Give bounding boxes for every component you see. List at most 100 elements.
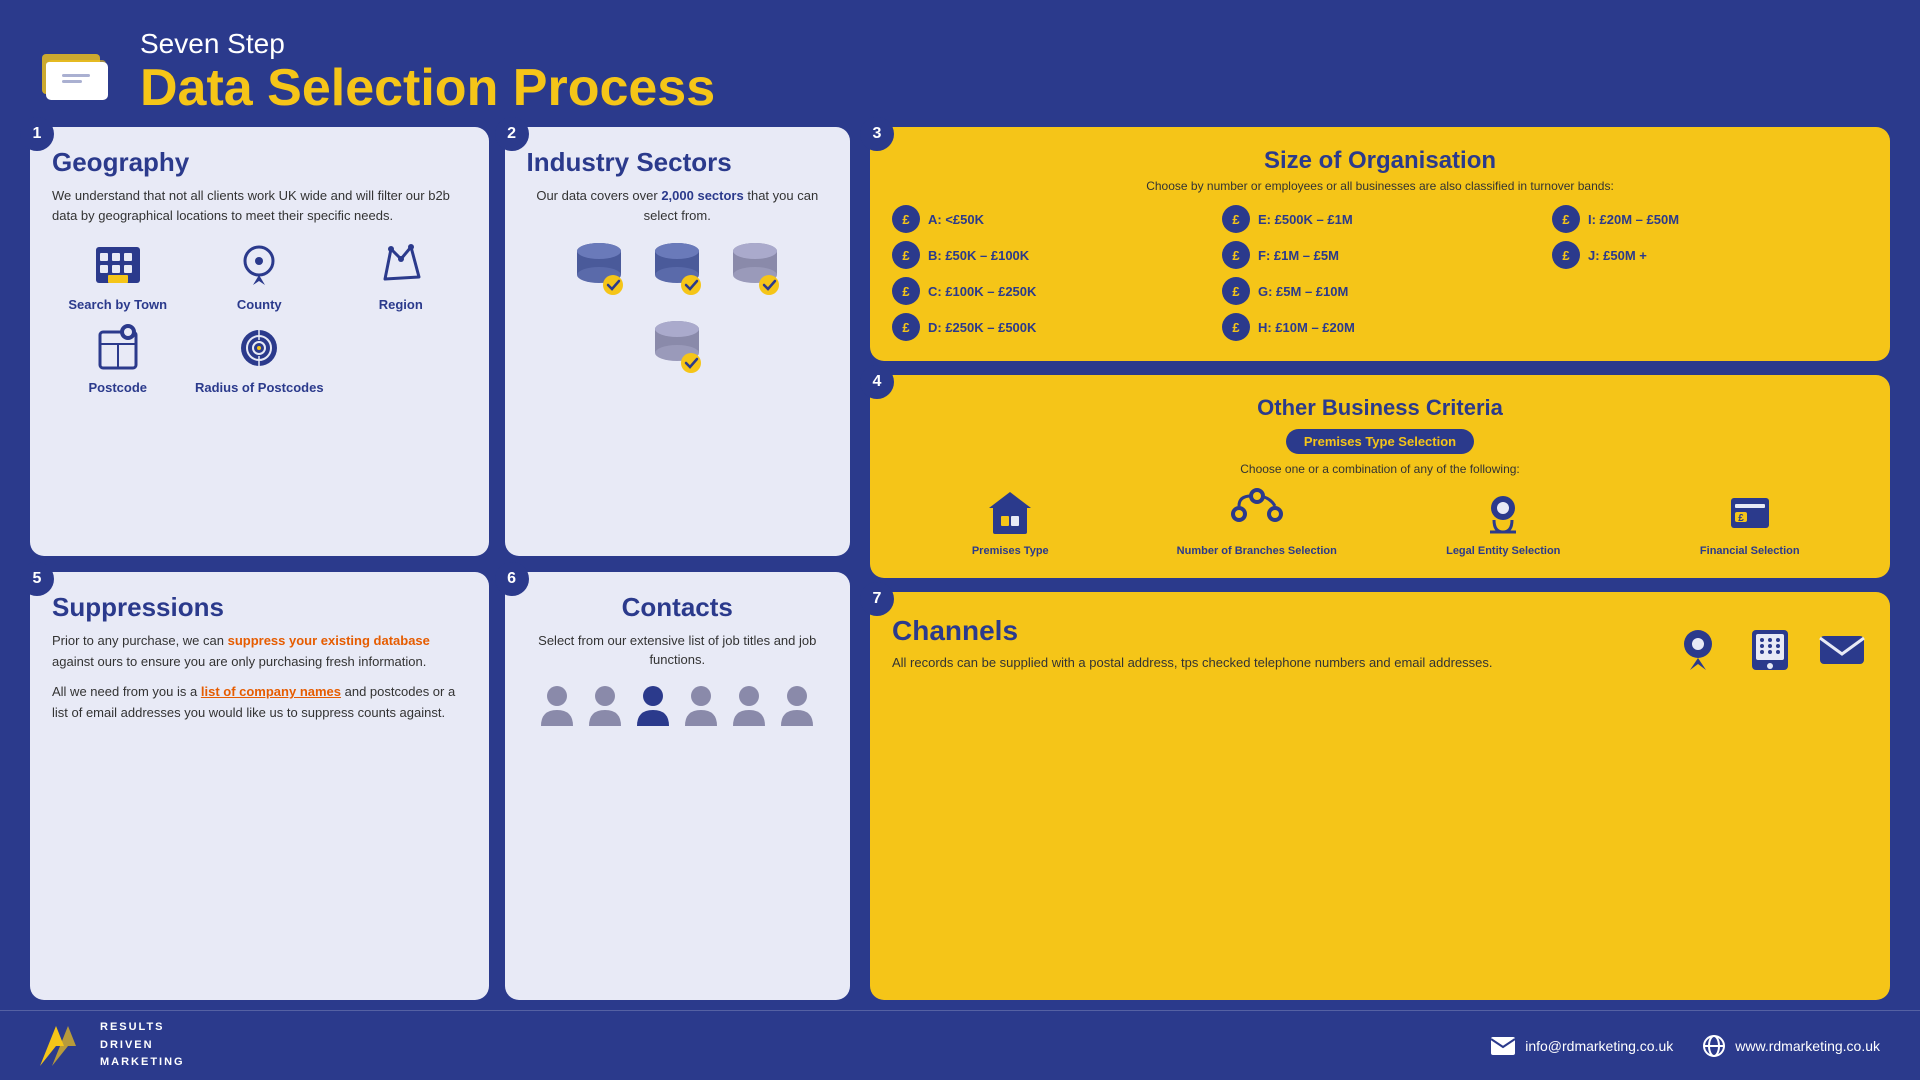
criteria-financial: £ Financial Selection xyxy=(1632,488,1869,558)
step6-card: 6 Contacts Select from our extensive lis… xyxy=(505,572,850,1001)
criteria-premises-label: Premises Type xyxy=(972,544,1049,558)
criteria-branches-label: Number of Branches Selection xyxy=(1177,544,1337,558)
criteria-legal-label: Legal Entity Selection xyxy=(1446,544,1560,558)
size-item-a: £ A: <£50K xyxy=(892,205,1208,233)
step6-title: Contacts xyxy=(527,592,828,623)
footer-logo-text: RESULTS DRIVEN MARKETING xyxy=(100,1019,185,1072)
step2-db-icons xyxy=(527,235,828,381)
right-column: 3 Size of Organisation Choose by number … xyxy=(870,127,1890,1000)
step4-title: Other Business Criteria xyxy=(892,395,1868,421)
criteria-premises: Premises Type xyxy=(892,488,1129,558)
step4-badge: 4 xyxy=(860,365,894,399)
header-title: Data Selection Process xyxy=(140,60,715,117)
size-item-empty1 xyxy=(1552,277,1868,305)
size-item-c: £ C: £100K – £250K xyxy=(892,277,1208,305)
pound-icon-a: £ xyxy=(892,205,920,233)
criteria-legal: Legal Entity Selection xyxy=(1385,488,1622,558)
step5-card: 5 Suppressions Prior to any purchase, we… xyxy=(30,572,489,1001)
step5-title: Suppressions xyxy=(52,592,467,623)
main-content: 1 Geography We understand that not all c… xyxy=(0,127,1920,1010)
size-item-d: £ D: £250K – £500K xyxy=(892,313,1208,341)
step1-badge: 1 xyxy=(20,117,54,151)
pound-icon-h: £ xyxy=(1222,313,1250,341)
pound-icon-j: £ xyxy=(1552,241,1580,269)
geo-item-postcode: Postcode xyxy=(52,322,184,395)
pound-icon-f: £ xyxy=(1222,241,1250,269)
step3-subtitle: Choose by number or employees or all bus… xyxy=(892,179,1868,193)
pound-icon-i: £ xyxy=(1552,205,1580,233)
footer-email-icon xyxy=(1491,1037,1515,1055)
step7-badge: 7 xyxy=(860,582,894,616)
geo-item-radius: Radius of Postcodes xyxy=(194,322,326,395)
step3-badge: 3 xyxy=(860,117,894,151)
step5-badge: 5 xyxy=(20,562,54,596)
footer: RESULTS DRIVEN MARKETING info@rdmarketin… xyxy=(0,1010,1920,1080)
rdm-logo-icon xyxy=(40,1026,90,1066)
email-icon xyxy=(1816,624,1868,676)
step1-card: 1 Geography We understand that not all c… xyxy=(30,127,489,556)
geo-item-region: Region xyxy=(335,239,467,312)
step4-badge-label: Premises Type Selection xyxy=(1286,429,1474,454)
footer-email-address: info@rdmarketing.co.uk xyxy=(1525,1038,1673,1054)
left-column: 1 Geography We understand that not all c… xyxy=(30,127,850,1000)
step2-card: 2 Industry Sectors Our data covers over … xyxy=(505,127,850,556)
step7-desc: All records can be supplied with a posta… xyxy=(892,653,1493,674)
header-subtitle: Seven Step xyxy=(140,28,715,60)
step1-geo-icons: Search by Town County xyxy=(52,239,467,395)
step1-title: Geography xyxy=(52,147,467,178)
footer-email: info@rdmarketing.co.uk xyxy=(1491,1037,1673,1055)
step6-contact-icons xyxy=(527,682,828,732)
size-item-j: £ J: £50M + xyxy=(1552,241,1868,269)
step6-desc: Select from our extensive list of job ti… xyxy=(527,631,828,670)
size-item-g: £ G: £5M – £10M xyxy=(1222,277,1538,305)
footer-globe-icon xyxy=(1703,1035,1725,1057)
step7-title: Channels xyxy=(892,615,1493,647)
header-text: Seven Step Data Selection Process xyxy=(140,28,715,117)
step6-badge: 6 xyxy=(495,562,529,596)
step3-card: 3 Size of Organisation Choose by number … xyxy=(870,127,1890,361)
pound-icon-c: £ xyxy=(892,277,920,305)
geo-label-radius: Radius of Postcodes xyxy=(195,380,324,395)
pound-icon-b: £ xyxy=(892,241,920,269)
size-item-f: £ F: £1M – £5M xyxy=(1222,241,1538,269)
step3-size-grid: £ A: <£50K £ E: £500K – £1M £ I: £20M – … xyxy=(892,205,1868,341)
footer-logo: RESULTS DRIVEN MARKETING xyxy=(40,1019,185,1072)
step4-criteria-icons: Premises Type Number of Branches Sele xyxy=(892,488,1868,558)
pound-icon-d: £ xyxy=(892,313,920,341)
footer-website: www.rdmarketing.co.uk xyxy=(1703,1035,1880,1057)
location-icon xyxy=(1672,624,1724,676)
step7-channel-icons xyxy=(1672,624,1868,676)
top-row: 1 Geography We understand that not all c… xyxy=(30,127,850,556)
geo-label-region: Region xyxy=(379,297,423,312)
step4-card: 4 Other Business Criteria Premises Type … xyxy=(870,375,1890,578)
geo-item-county: County xyxy=(194,239,326,312)
folder-icon xyxy=(40,38,120,108)
step2-title: Industry Sectors xyxy=(527,147,828,178)
size-item-h: £ H: £10M – £20M xyxy=(1222,313,1538,341)
pound-icon-e: £ xyxy=(1222,205,1250,233)
geo-label-postcode: Postcode xyxy=(88,380,147,395)
size-item-empty2 xyxy=(1552,313,1868,341)
step2-desc: Our data covers over 2,000 sectors that … xyxy=(527,186,828,225)
criteria-branches: Number of Branches Selection xyxy=(1139,488,1376,558)
geo-label-county: County xyxy=(237,297,282,312)
step4-subtitle: Choose one or a combination of any of th… xyxy=(892,462,1868,476)
step5-para2: All we need from you is a list of compan… xyxy=(52,682,467,724)
step3-title: Size of Organisation xyxy=(892,147,1868,175)
geo-label-town: Search by Town xyxy=(68,297,167,312)
size-item-e: £ E: £500K – £1M xyxy=(1222,205,1538,233)
step7-card: 7 Channels All records can be supplied w… xyxy=(870,592,1890,1000)
size-item-b: £ B: £50K – £100K xyxy=(892,241,1208,269)
header: Seven Step Data Selection Process xyxy=(0,0,1920,127)
footer-website-url: www.rdmarketing.co.uk xyxy=(1735,1038,1880,1054)
bottom-row: 5 Suppressions Prior to any purchase, we… xyxy=(30,572,850,1001)
pound-icon-g: £ xyxy=(1222,277,1250,305)
footer-right: info@rdmarketing.co.uk www.rdmarketing.c… xyxy=(1491,1035,1880,1057)
step2-badge: 2 xyxy=(495,117,529,151)
phone-icon xyxy=(1744,624,1796,676)
criteria-financial-label: Financial Selection xyxy=(1700,544,1800,558)
geo-item-town: Search by Town xyxy=(52,239,184,312)
step1-desc: We understand that not all clients work … xyxy=(52,186,467,225)
svg-text:£: £ xyxy=(1738,513,1744,524)
size-item-i: £ I: £20M – £50M xyxy=(1552,205,1868,233)
